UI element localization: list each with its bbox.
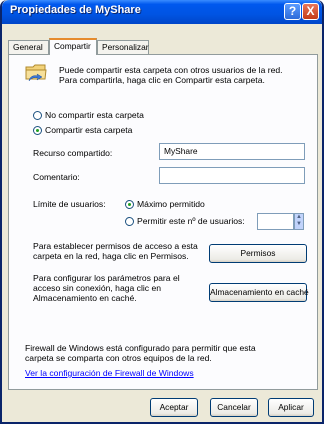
caching-button[interactable]: Almacenamiento en caché [209,283,309,302]
share-name-label: Recurso compartido: [33,148,113,158]
caching-text: Para configurar los parámetros para el a… [33,273,180,303]
title-bar[interactable]: Propiedades de MyShare ? X [2,0,322,24]
cancel-button[interactable]: Cancelar [210,398,258,417]
share-name-field[interactable]: MyShare [159,143,305,160]
user-limit-label: Límite de usuarios: [33,199,106,209]
close-button[interactable]: X [302,3,319,20]
comment-label: Comentario: [33,172,80,182]
comment-field[interactable] [159,167,305,184]
tab-compartir[interactable]: Compartir [49,38,97,55]
shared-folder-icon [25,64,47,81]
help-button[interactable]: ? [284,3,301,20]
firewall-settings-link[interactable]: Ver la configuración de Firewall de Wind… [25,368,194,378]
share-radio[interactable] [33,126,42,135]
sharing-panel: Puede compartir esta carpeta con otros u… [8,54,318,390]
firewall-text: Firewall de Windows está configurado par… [25,343,256,363]
share-label: Compartir esta carpeta [45,125,133,135]
no-share-radio[interactable] [33,111,42,120]
properties-window: Propiedades de MyShare ? X General Compa… [0,0,324,424]
tab-personalizar[interactable]: Personalizar [97,40,149,54]
allow-users-radio[interactable] [125,217,134,226]
spin-down-icon[interactable]: ▼ [295,221,303,228]
user-count-field[interactable] [257,213,294,230]
user-count-spinner[interactable]: ▲ ▼ [294,213,304,230]
max-allowed-radio[interactable] [125,200,134,209]
no-share-label: No compartir esta carpeta [45,110,144,120]
intro-text: Puede compartir esta carpeta con otros u… [59,65,283,85]
permissions-text: Para establecer permisos de acceso a est… [33,241,198,261]
spin-up-icon[interactable]: ▲ [295,214,303,221]
tab-general[interactable]: General [8,40,49,54]
apply-button[interactable]: Aplicar [268,398,314,417]
max-allowed-label: Máximo permitido [137,199,205,209]
permissions-button[interactable]: Permisos [209,244,307,263]
window-title: Propiedades de MyShare [10,4,141,16]
ok-button[interactable]: Aceptar [150,398,198,417]
allow-users-label: Permitir este nº de usuarios: [137,216,245,226]
